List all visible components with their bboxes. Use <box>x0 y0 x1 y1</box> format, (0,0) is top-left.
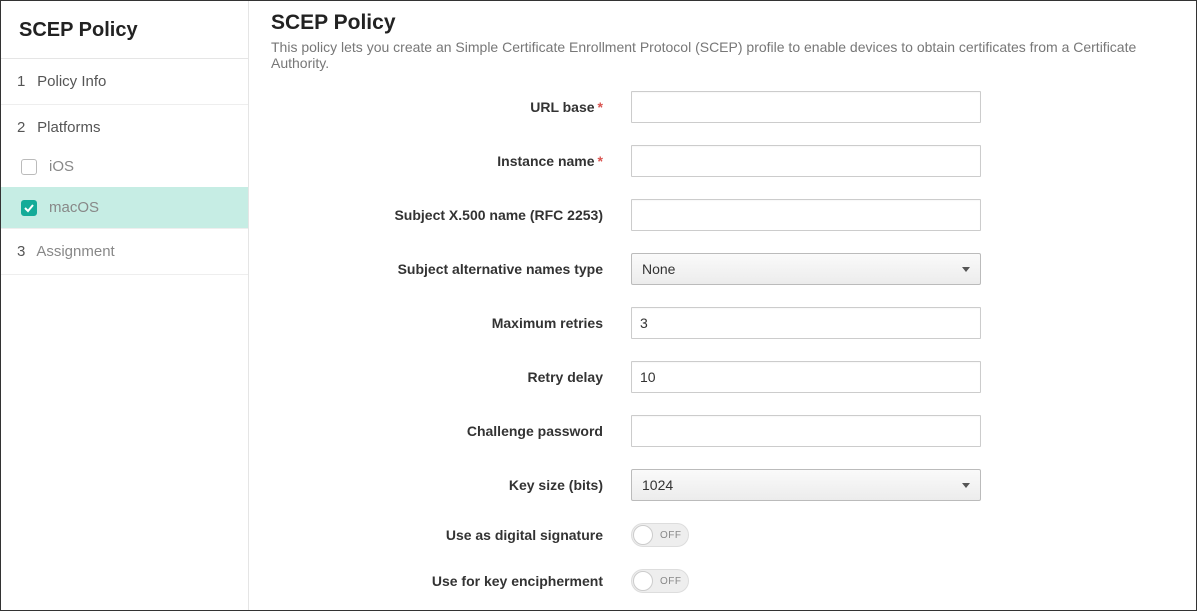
url-base-input[interactable] <box>631 91 981 123</box>
label-max-retries: Maximum retries <box>331 315 631 331</box>
checkbox-unchecked-icon[interactable] <box>21 159 37 175</box>
label-retry-delay: Retry delay <box>331 369 631 385</box>
row-subject-x500: Subject X.500 name (RFC 2253) <box>331 199 1174 231</box>
label-challenge-password: Challenge password <box>331 423 631 439</box>
step-label: Platforms <box>37 119 100 136</box>
max-retries-input[interactable] <box>631 307 981 339</box>
key-encipherment-toggle[interactable]: OFF <box>631 569 689 593</box>
policy-editor: SCEP Policy 1 Policy Info 2 Platforms iO… <box>0 0 1197 611</box>
page-description: This policy lets you create an Simple Ce… <box>271 39 1174 71</box>
row-instance-name: Instance name* <box>331 145 1174 177</box>
label-san-type: Subject alternative names type <box>331 261 631 277</box>
label-subject-x500: Subject X.500 name (RFC 2253) <box>331 207 631 223</box>
chevron-down-icon <box>962 267 970 272</box>
label-key-encipherment: Use for key encipherment <box>331 573 631 589</box>
san-type-select[interactable]: None <box>631 253 981 285</box>
platform-item-macos[interactable]: macOS <box>1 187 248 228</box>
step-number: 2 <box>17 119 33 136</box>
main-panel: SCEP Policy This policy lets you create … <box>249 1 1196 610</box>
step-label: Policy Info <box>37 73 106 90</box>
retry-delay-input[interactable] <box>631 361 981 393</box>
step-policy-info[interactable]: 1 Policy Info <box>1 59 248 105</box>
row-retry-delay: Retry delay <box>331 361 1174 393</box>
label-instance-name: Instance name* <box>331 153 631 169</box>
row-san-type: Subject alternative names type None <box>331 253 1174 285</box>
label-digital-signature: Use as digital signature <box>331 527 631 543</box>
chevron-down-icon <box>962 483 970 488</box>
step-platforms[interactable]: 2 Platforms <box>1 105 248 146</box>
step-assignment[interactable]: 3 Assignment <box>1 228 248 275</box>
toggle-label: OFF <box>660 530 682 541</box>
sidebar: SCEP Policy 1 Policy Info 2 Platforms iO… <box>1 1 249 610</box>
platform-label: iOS <box>49 158 74 175</box>
row-key-encipherment: Use for key encipherment OFF <box>331 569 1174 593</box>
platform-item-ios[interactable]: iOS <box>1 146 248 187</box>
page-title: SCEP Policy <box>271 11 1174 35</box>
key-size-select[interactable]: 1024 <box>631 469 981 501</box>
label-key-size: Key size (bits) <box>331 477 631 493</box>
toggle-knob-icon <box>633 525 653 545</box>
checkbox-checked-icon[interactable] <box>21 200 37 216</box>
platform-label: macOS <box>49 199 99 216</box>
step-number: 1 <box>17 73 33 90</box>
scep-form: URL base* Instance name* Subject X.500 n… <box>271 91 1174 610</box>
challenge-password-input[interactable] <box>631 415 981 447</box>
toggle-label: OFF <box>660 576 682 587</box>
label-url-base: URL base* <box>331 99 631 115</box>
select-value: None <box>642 261 675 277</box>
step-number: 3 <box>17 243 33 260</box>
digital-signature-toggle[interactable]: OFF <box>631 523 689 547</box>
row-digital-signature: Use as digital signature OFF <box>331 523 1174 547</box>
instance-name-input[interactable] <box>631 145 981 177</box>
row-challenge-password: Challenge password <box>331 415 1174 447</box>
subject-x500-input[interactable] <box>631 199 981 231</box>
row-max-retries: Maximum retries <box>331 307 1174 339</box>
sidebar-title: SCEP Policy <box>1 1 248 59</box>
row-key-size: Key size (bits) 1024 <box>331 469 1174 501</box>
row-url-base: URL base* <box>331 91 1174 123</box>
toggle-knob-icon <box>633 571 653 591</box>
select-value: 1024 <box>642 477 673 493</box>
step-label: Assignment <box>36 243 114 260</box>
